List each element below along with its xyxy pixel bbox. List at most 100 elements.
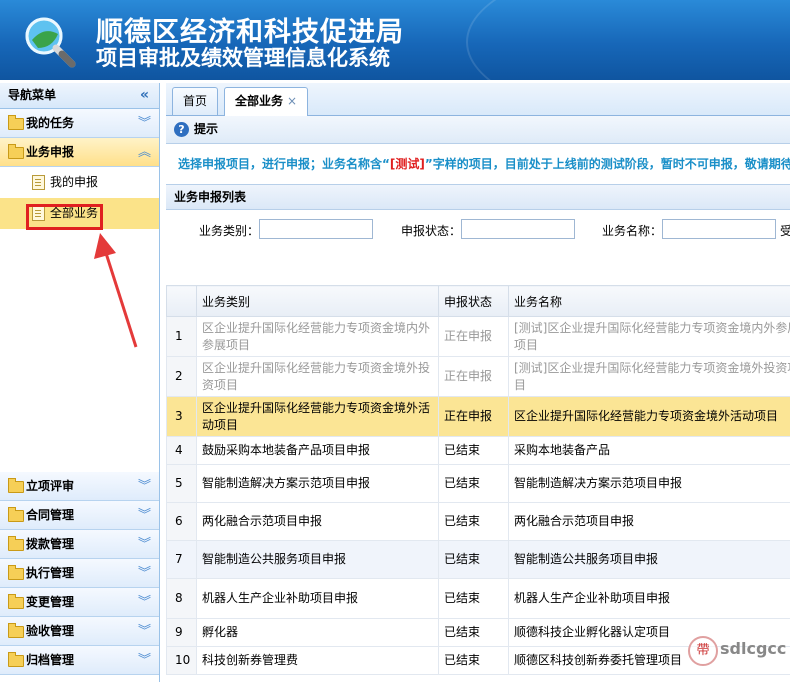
- annotation-arrow-icon: [94, 233, 138, 348]
- menu-label: 执行管理: [26, 566, 75, 580]
- help-icon: ?: [174, 122, 189, 137]
- cell-status: 已结束: [438, 646, 509, 675]
- menu-archive-mgmt[interactable]: 归档管理 ︾: [0, 646, 159, 675]
- tab-label: 全部业务: [235, 94, 284, 108]
- table-row[interactable]: 7 智能制造公共服务项目申报 已结束 智能制造公共服务项目申报: [166, 540, 790, 579]
- filter-label-overflow: 受: [780, 224, 790, 238]
- filter-bar: 业务类别： 申报状态： 业务名称： 受: [166, 210, 790, 295]
- menu-acceptance-mgmt[interactable]: 验收管理 ︾: [0, 617, 159, 646]
- folder-icon: [8, 507, 24, 522]
- menu-funding-mgmt[interactable]: 拨款管理 ︾: [0, 530, 159, 559]
- cell-name: 机器人生产企业补助项目申报: [508, 578, 790, 619]
- cell-status: 已结束: [438, 502, 509, 541]
- cell-name: 两化融合示范项目申报: [508, 502, 790, 541]
- cell-category: 区企业提升国际化经营能力专项资金境外活动项目: [196, 396, 439, 437]
- chevron-down-icon[interactable]: ︾: [138, 530, 151, 559]
- business-table: 业务类别 申报状态 业务名称 1 区企业提升国际化经营能力专项资金境内外参展项目正…: [166, 285, 790, 675]
- close-icon[interactable]: ×: [287, 94, 297, 108]
- cell-category: 智能制造公共服务项目申报: [196, 540, 439, 579]
- menu-contract-mgmt[interactable]: 合同管理 ︾: [0, 501, 159, 530]
- chevron-down-icon[interactable]: ︾: [138, 559, 151, 588]
- cell-index: 10: [166, 646, 197, 675]
- cell-index: 4: [166, 436, 197, 465]
- chevron-down-icon[interactable]: ︾: [138, 588, 151, 617]
- sidebar: 导航菜单 « 我的任务 ︾ 业务申报 ︽ 我的申报 全部业务 立项评审 ︾ 合同…: [0, 83, 160, 682]
- category-filter-input[interactable]: [259, 219, 373, 239]
- cell-index: 8: [166, 578, 197, 619]
- cell-category: 机器人生产企业补助项目申报: [196, 578, 439, 619]
- chevron-down-icon[interactable]: ︾: [138, 501, 151, 530]
- menu-label: 变更管理: [26, 595, 75, 609]
- folder-icon: [8, 536, 24, 551]
- cell-index: 6: [166, 502, 197, 541]
- chevron-down-icon[interactable]: ︾: [138, 472, 151, 501]
- cell-name: [测试]区企业提升国际化经营能力专项资金境外投资项目: [508, 356, 790, 397]
- cell-status: 已结束: [438, 578, 509, 619]
- folder-icon: [8, 594, 24, 609]
- col-header-index: [166, 285, 197, 317]
- watermark-seal-icon: 帶: [688, 636, 718, 666]
- table-row[interactable]: 8 机器人生产企业补助项目申报 已结束 机器人生产企业补助项目申报: [166, 578, 790, 619]
- folder-icon: [8, 652, 24, 667]
- chevron-down-icon[interactable]: ︾: [138, 617, 151, 646]
- cell-status: 正在申报: [438, 396, 509, 437]
- filter-label-category: 业务类别：: [199, 224, 260, 238]
- menu-execution-mgmt[interactable]: 执行管理 ︾: [0, 559, 159, 588]
- tip-test-tag: [测试]: [389, 157, 425, 171]
- cell-status: 正在申报: [438, 316, 509, 357]
- menu-project-review[interactable]: 立项评审 ︾: [0, 472, 159, 501]
- table-row[interactable]: 5 智能制造解决方案示范项目申报 已结束 智能制造解决方案示范项目申报: [166, 464, 790, 503]
- filter-label-status: 申报状态：: [401, 224, 462, 238]
- table-row[interactable]: 1 区企业提升国际化经营能力专项资金境内外参展项目 正在申报 [测试]区企业提升国际化…: [166, 316, 790, 357]
- table-row[interactable]: 4 鼓励采购本地装备产品项目申报 已结束 采购本地装备产品: [166, 436, 790, 465]
- name-filter-input[interactable]: [662, 219, 776, 239]
- tip-text-after: ”字样的项目，目前处于上线前的测试阶段，暂时不可申报，敬请期待: [424, 157, 790, 171]
- table-row[interactable]: 2 区企业提升国际化经营能力专项资金境外投资项目 正在申报 [测试]区企业提升国际化经…: [166, 356, 790, 397]
- folder-icon: [8, 478, 24, 493]
- table-header-row: 业务类别 申报状态 业务名称: [166, 285, 790, 317]
- cell-category: 鼓励采购本地装备产品项目申报: [196, 436, 439, 465]
- menu-change-mgmt[interactable]: 变更管理 ︾: [0, 588, 159, 617]
- menu-label: 验收管理: [26, 624, 75, 638]
- cell-name: 采购本地装备产品: [508, 436, 790, 465]
- chevron-down-icon[interactable]: ︾: [138, 646, 151, 675]
- cell-index: 9: [166, 618, 197, 647]
- tip-text-before: 选择申报项目，进行申报；业务名称含“: [178, 157, 390, 171]
- cell-index: 5: [166, 464, 197, 503]
- cell-category: 区企业提升国际化经营能力专项资金境内外参展项目: [196, 316, 439, 357]
- table-row[interactable]: 3 区企业提升国际化经营能力专项资金境外活动项目 正在申报 区企业提升国际化经营能力专…: [166, 396, 790, 437]
- menu-label: 归档管理: [26, 653, 75, 667]
- cell-name: [测试]区企业提升国际化经营能力专项资金境内外参展项目: [508, 316, 790, 357]
- cell-index: 7: [166, 540, 197, 579]
- folder-icon: [8, 623, 24, 638]
- cell-category: 两化融合示范项目申报: [196, 502, 439, 541]
- filter-label-name: 业务名称：: [602, 224, 663, 238]
- cell-name: 区企业提升国际化经营能力专项资金境外活动项目: [508, 396, 790, 437]
- tab-all-business[interactable]: 全部业务 ×: [224, 87, 309, 116]
- cell-name: 智能制造解决方案示范项目申报: [508, 464, 790, 503]
- cell-category: 区企业提升国际化经营能力专项资金境外投资项目: [196, 356, 439, 397]
- cell-status: 已结束: [438, 618, 509, 647]
- tab-home[interactable]: 首页: [172, 87, 219, 115]
- business-table-wrapper: 业务类别 申报状态 业务名称 1 区企业提升国际化经营能力专项资金境内外参展项目正…: [166, 285, 790, 675]
- cell-status: 已结束: [438, 464, 509, 503]
- tip-panel-header: ? 提示: [166, 116, 790, 144]
- col-header-status[interactable]: 申报状态: [438, 285, 509, 317]
- sidebar-bottom-menus: 立项评审 ︾ 合同管理 ︾ 拨款管理 ︾ 执行管理 ︾ 变更管理 ︾ 验收管理 …: [0, 472, 159, 675]
- table-row[interactable]: 6 两化融合示范项目申报 已结束 两化融合示范项目申报: [166, 502, 790, 541]
- status-filter-input[interactable]: [461, 219, 575, 239]
- list-panel-header: 业务申报列表: [166, 184, 790, 210]
- tab-bar: 首页 全部业务 ×: [166, 83, 790, 116]
- col-header-category[interactable]: 业务类别: [196, 285, 439, 317]
- tip-title: 提示: [194, 122, 219, 136]
- cell-index: 3: [166, 396, 197, 437]
- menu-label: 拨款管理: [26, 537, 75, 551]
- logo-magnifier-icon: [25, 17, 76, 68]
- app-header: 顺德区经济和科技促进局 项目审批及绩效管理信息化系统: [0, 0, 790, 80]
- system-title-line2: 项目审批及绩效管理信息化系统: [96, 46, 390, 70]
- col-header-name[interactable]: 业务名称: [508, 285, 790, 317]
- main-panel: 首页 全部业务 × ? 提示 选择申报项目，进行申报；业务名称含“[测试]”字样的…: [166, 83, 790, 682]
- watermark: 帶 sdlcgcc: [688, 634, 790, 666]
- cell-name: 智能制造公共服务项目申报: [508, 540, 790, 579]
- cell-category: 智能制造解决方案示范项目申报: [196, 464, 439, 503]
